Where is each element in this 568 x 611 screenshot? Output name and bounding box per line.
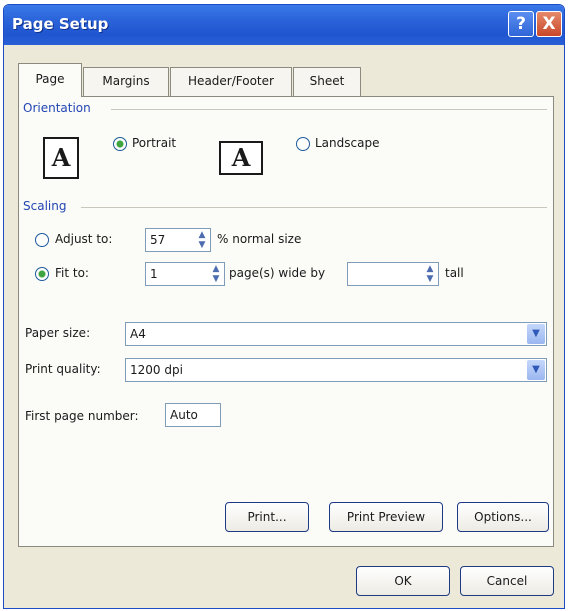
help-button[interactable]: ? xyxy=(508,11,534,37)
adjust-to-spinner[interactable]: ▲ ▼ xyxy=(196,230,208,250)
first-page-number-label: First page number: xyxy=(25,409,139,423)
portrait-page-icon: A xyxy=(43,137,79,179)
print-quality-label: Print quality: xyxy=(25,362,101,376)
print-button[interactable]: Print... xyxy=(225,502,309,532)
pages-wide-input[interactable]: 1 ▲ ▼ xyxy=(145,262,225,286)
adjust-to-input[interactable]: 57 ▲ ▼ xyxy=(145,228,211,252)
paper-size-select[interactable]: A4 ▼ xyxy=(125,322,547,346)
page-tab-panel: Orientation A Portrait A Landscape Scali… xyxy=(18,96,554,547)
portrait-radio[interactable] xyxy=(113,137,127,151)
page-setup-dialog: Page Setup ? X Page Margins Header/Foote… xyxy=(3,4,565,609)
pages-tall-input[interactable]: ▲ ▼ xyxy=(347,262,439,286)
adjust-to-value: 57 xyxy=(150,233,166,247)
fit-to-radio[interactable] xyxy=(35,267,49,281)
paper-size-value: A4 xyxy=(130,327,146,341)
landscape-radio[interactable] xyxy=(296,137,310,151)
orientation-group-label: Orientation xyxy=(23,101,91,115)
normal-size-label: % normal size xyxy=(217,232,302,246)
tab-sheet[interactable]: Sheet xyxy=(293,67,361,96)
ok-button[interactable]: OK xyxy=(356,566,450,596)
pages-tall-spinner[interactable]: ▲ ▼ xyxy=(424,264,436,284)
fit-to-label[interactable]: Fit to: xyxy=(55,266,89,280)
dialog-title: Page Setup xyxy=(12,15,109,33)
portrait-label[interactable]: Portrait xyxy=(132,136,176,150)
tall-label: tall xyxy=(445,266,464,280)
paper-size-label: Paper size: xyxy=(25,326,91,340)
first-page-number-input[interactable]: Auto xyxy=(165,403,221,427)
title-bar[interactable]: Page Setup ? X xyxy=(4,5,564,45)
adjust-to-label[interactable]: Adjust to: xyxy=(55,232,112,246)
options-button[interactable]: Options... xyxy=(457,502,549,532)
chevron-down-icon[interactable]: ▼ xyxy=(527,360,545,380)
scaling-divider xyxy=(81,207,547,208)
chevron-down-icon[interactable]: ▼ xyxy=(527,324,545,344)
adjust-to-radio[interactable] xyxy=(35,233,49,247)
tab-header-footer[interactable]: Header/Footer xyxy=(170,67,292,96)
tab-page[interactable]: Page xyxy=(18,63,82,97)
scaling-group-label: Scaling xyxy=(23,199,67,213)
pages-wide-value: 1 xyxy=(150,267,158,281)
tab-margins[interactable]: Margins xyxy=(83,67,169,96)
wide-by-label: page(s) wide by xyxy=(229,266,326,280)
print-quality-value: 1200 dpi xyxy=(130,363,183,377)
print-preview-button[interactable]: Print Preview xyxy=(329,502,443,532)
close-button[interactable]: X xyxy=(536,11,562,37)
print-quality-select[interactable]: 1200 dpi ▼ xyxy=(125,358,547,382)
landscape-page-icon: A xyxy=(219,141,263,175)
pages-wide-spinner[interactable]: ▲ ▼ xyxy=(210,264,222,284)
cancel-button[interactable]: Cancel xyxy=(460,566,554,596)
landscape-label[interactable]: Landscape xyxy=(315,136,379,150)
orientation-divider xyxy=(111,109,547,110)
